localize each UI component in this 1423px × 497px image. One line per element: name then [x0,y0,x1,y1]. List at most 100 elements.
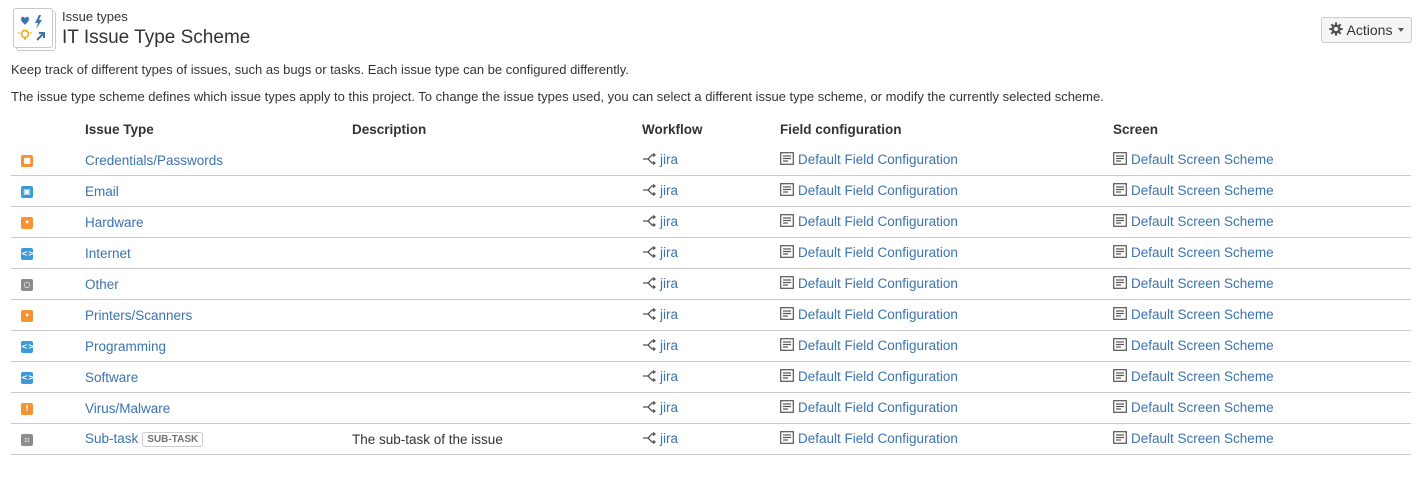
circle-icon: ○ [21,278,33,291]
screen-scheme-icon [1113,276,1127,292]
field-configuration-cell: Default Field Configuration [780,330,1113,362]
screen-cell: Default Screen Scheme [1113,330,1411,362]
issue-type-link[interactable]: Credentials/Passwords [85,153,223,168]
issue-type-icon-cell: ! [11,392,85,424]
code-icon: <> [21,371,35,384]
issue-type-link[interactable]: Hardware [85,215,144,230]
field-configuration-link[interactable]: Default Field Configuration [798,338,958,353]
issue-type-link[interactable]: Printers/Scanners [85,308,192,323]
workflow-icon [642,400,657,416]
issue-type-icon-cell: ■ [11,145,85,176]
issue-type-link[interactable]: Sub-task [85,431,138,446]
issue-type-link[interactable]: Programming [85,339,166,354]
breadcrumb[interactable]: Issue types [62,9,128,24]
workflow-link[interactable]: jira [660,276,678,291]
exclamation-icon: ! [21,402,33,415]
workflow-link[interactable]: jira [660,183,678,198]
issue-type-icon-cell: ▣ [11,175,85,207]
actions-button[interactable]: Actions [1321,17,1412,43]
table-row: • Printers/Scanners jira Default Field Conf… [11,299,1411,331]
code-icon: <> [21,340,35,353]
field-configuration-cell: Default Field Configuration [780,299,1113,331]
column-header-screen: Screen [1113,121,1159,137]
screen-scheme-link[interactable]: Default Screen Scheme [1131,431,1274,446]
issue-type-link[interactable]: Virus/Malware [85,401,170,416]
field-configuration-icon [780,431,794,447]
field-configuration-icon [780,183,794,199]
field-configuration-icon [780,338,794,354]
screen-scheme-link[interactable]: Default Screen Scheme [1131,369,1274,384]
table-row: ▫ Sub-task SUB-TASK The sub-task of the iss… [11,423,1411,455]
email-icon: ▣ [21,185,33,198]
issue-type-cell: Virus/Malware [85,392,352,424]
description-cell: The sub-task of the issue [352,423,642,455]
field-configuration-link[interactable]: Default Field Configuration [798,369,958,384]
field-configuration-link[interactable]: Default Field Configuration [798,400,958,415]
description-cell [352,145,642,176]
field-configuration-link[interactable]: Default Field Configuration [798,214,958,229]
issue-type-link[interactable]: Other [85,277,119,292]
column-header-icon [11,113,85,145]
screen-scheme-icon [1113,245,1127,261]
field-configuration-link[interactable]: Default Field Configuration [798,183,958,198]
screen-scheme-link[interactable]: Default Screen Scheme [1131,400,1274,415]
intro-text-2: The issue type scheme defines which issu… [11,89,1104,104]
description-cell [352,392,642,424]
gear-icon [1328,21,1343,39]
workflow-link[interactable]: jira [660,431,678,446]
workflow-link[interactable]: jira [660,307,678,322]
chevron-down-icon [1398,28,1405,32]
field-configuration-cell: Default Field Configuration [780,237,1113,269]
screen-scheme-link[interactable]: Default Screen Scheme [1131,276,1274,291]
issue-types-table: Issue Type Description Workflow Field co… [11,113,1411,455]
screen-scheme-link[interactable]: Default Screen Scheme [1131,183,1274,198]
workflow-cell: jira [642,392,780,424]
screen-scheme-link[interactable]: Default Screen Scheme [1131,338,1274,353]
workflow-link[interactable]: jira [660,245,678,260]
lightbulb-icon: • [21,309,33,322]
workflow-icon [642,152,657,168]
screen-scheme-icon [1113,338,1127,354]
workflow-link[interactable]: jira [660,214,678,229]
field-configuration-icon [780,276,794,292]
screen-scheme-link[interactable]: Default Screen Scheme [1131,245,1274,260]
workflow-link[interactable]: jira [660,369,678,384]
workflow-link[interactable]: jira [660,152,678,167]
workflow-icon [642,307,657,323]
field-configuration-link[interactable]: Default Field Configuration [798,431,958,446]
screen-cell: Default Screen Scheme [1113,175,1411,207]
column-header-description: Description [352,121,427,137]
field-configuration-icon [780,245,794,261]
screen-scheme-link[interactable]: Default Screen Scheme [1131,152,1274,167]
workflow-cell: jira [642,330,780,362]
issue-type-link[interactable]: Internet [85,246,131,261]
issue-type-icon-cell: • [11,206,85,238]
screen-scheme-icon [1113,183,1127,199]
issue-type-link[interactable]: Software [85,370,138,385]
issue-type-icon-cell: ○ [11,268,85,300]
workflow-icon [642,369,657,385]
table-row: ○ Other jira Default Field Configuration Def… [11,268,1411,300]
field-configuration-cell: Default Field Configuration [780,392,1113,424]
code-icon: <> [21,247,35,260]
screen-scheme-icon [1113,152,1127,168]
screen-scheme-link[interactable]: Default Screen Scheme [1131,307,1274,322]
intro-text-1: Keep track of different types of issues,… [11,62,629,77]
field-configuration-icon [780,214,794,230]
workflow-link[interactable]: jira [660,338,678,353]
field-configuration-link[interactable]: Default Field Configuration [798,276,958,291]
field-configuration-link[interactable]: Default Field Configuration [798,245,958,260]
issue-type-link[interactable]: Email [85,184,119,199]
screen-scheme-icon [1113,369,1127,385]
field-configuration-link[interactable]: Default Field Configuration [798,307,958,322]
screen-scheme-link[interactable]: Default Screen Scheme [1131,214,1274,229]
workflow-cell: jira [642,299,780,331]
workflow-icon [642,245,657,261]
workflow-icon [642,338,657,354]
screen-cell: Default Screen Scheme [1113,392,1411,424]
issue-type-cell: Credentials/Passwords [85,145,352,176]
workflow-link[interactable]: jira [660,400,678,415]
field-configuration-link[interactable]: Default Field Configuration [798,152,958,167]
field-configuration-cell: Default Field Configuration [780,145,1113,176]
screen-cell: Default Screen Scheme [1113,145,1411,176]
